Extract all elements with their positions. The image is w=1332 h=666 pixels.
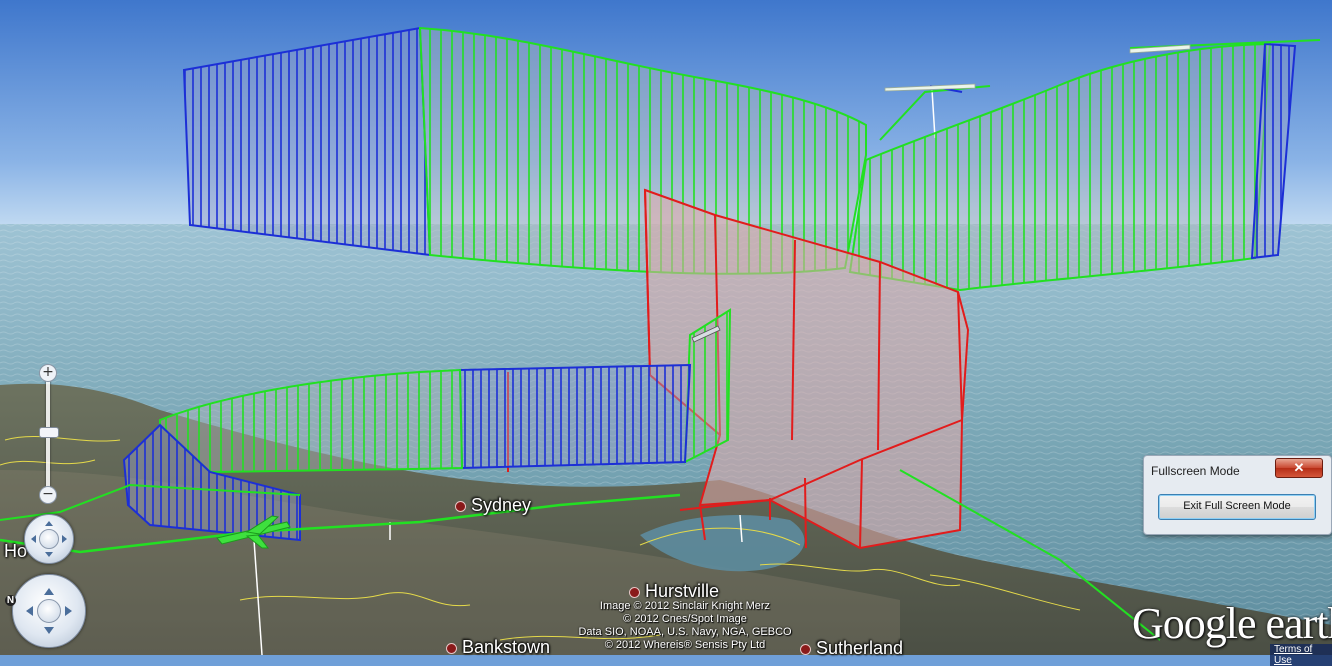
- close-icon: ✕: [1293, 460, 1305, 475]
- curtain-blue-lower: [458, 363, 692, 470]
- map-view[interactable]: [0, 0, 1332, 655]
- close-button[interactable]: ✕: [1275, 458, 1323, 478]
- move-joystick[interactable]: [12, 574, 86, 648]
- fullscreen-dialog: Fullscreen Mode ✕ Exit Full Screen Mode: [1143, 455, 1332, 535]
- look-joystick[interactable]: [24, 514, 74, 564]
- terms-link[interactable]: Terms of Use: [1270, 644, 1332, 666]
- place-marker-icon: [629, 586, 640, 598]
- place-marker-icon: [446, 642, 457, 654]
- imagery-attribution: Image © 2012 Sinclair Knight Merz © 2012…: [578, 600, 792, 651]
- zoom-out-button[interactable]: −: [39, 486, 57, 504]
- place-label-hurstville[interactable]: Hurstville: [629, 581, 719, 602]
- zoom-slider-handle[interactable]: [39, 427, 59, 438]
- move-arrows-icon: [26, 588, 72, 634]
- place-marker-icon: [455, 500, 466, 512]
- look-arrows-icon: [31, 521, 67, 557]
- zoom-in-button[interactable]: +: [39, 364, 57, 382]
- place-label-sydney[interactable]: Sydney: [455, 495, 531, 516]
- dialog-title: Fullscreen Mode: [1151, 464, 1240, 478]
- google-earth-logo: Google earth: [1132, 599, 1332, 648]
- exit-fullscreen-button[interactable]: Exit Full Screen Mode: [1158, 494, 1316, 520]
- north-icon[interactable]: N: [5, 595, 16, 606]
